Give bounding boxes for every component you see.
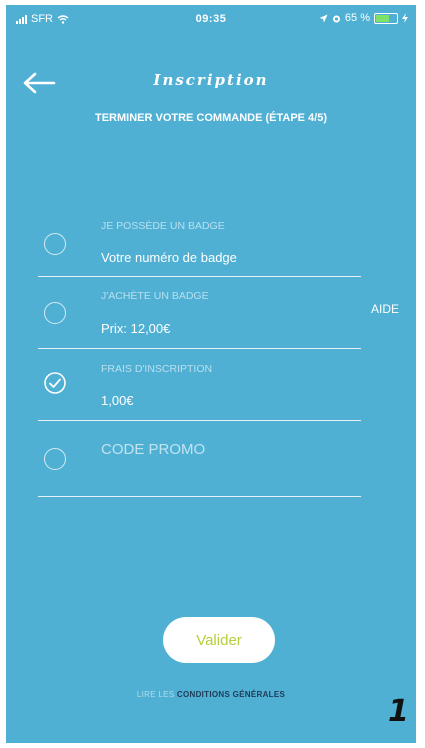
terms-line: LIRE LES CONDITIONS GÉNÉRALES xyxy=(6,690,416,699)
page-number: 1 xyxy=(388,694,409,729)
status-right: 65 % xyxy=(319,12,408,24)
location-icon xyxy=(319,14,328,22)
option-own-badge-caption: JE POSSÈDE UN BADGE xyxy=(101,220,225,232)
badge-price: Prix: 12,00€ xyxy=(101,321,171,336)
radio-buy-badge[interactable] xyxy=(44,302,66,324)
battery-icon xyxy=(374,12,398,24)
option-buy-badge-caption: J'ACHÈTE UN BADGE xyxy=(101,290,209,302)
option-own-badge[interactable]: JE POSSÈDE UN BADGE Votre numéro de badg… xyxy=(38,210,361,277)
alarm-icon xyxy=(332,15,340,22)
app-screen: SFR 09:35 65 % Inscription TERMINER VOTR… xyxy=(6,5,416,743)
badge-number-field[interactable]: Votre numéro de badge xyxy=(101,250,237,265)
option-buy-badge[interactable]: J'ACHÈTE UN BADGE Prix: 12,00€ xyxy=(38,276,361,349)
help-link[interactable]: AIDE xyxy=(371,302,399,316)
terms-prefix: LIRE LES xyxy=(136,690,175,699)
radio-own-badge[interactable] xyxy=(44,233,66,255)
page-title: Inscription xyxy=(153,71,269,89)
charging-icon xyxy=(402,13,408,23)
submit-button[interactable]: Valider xyxy=(163,617,275,663)
registration-fee-amount: 1,00€ xyxy=(101,393,134,408)
checked-radio-icon[interactable] xyxy=(44,372,66,394)
promo-code-input[interactable] xyxy=(101,441,351,458)
page-subtitle: TERMINER VOTRE COMMANDE (ÉTAPE 4/5) xyxy=(94,112,328,124)
promo-code-row[interactable] xyxy=(38,420,361,497)
terms-link[interactable]: CONDITIONS GÉNÉRALES xyxy=(177,690,285,699)
radio-promo-code[interactable] xyxy=(44,448,66,470)
status-bar: SFR 09:35 65 % xyxy=(6,5,416,31)
option-registration-fee-caption: FRAIS D'INSCRIPTION xyxy=(101,363,213,375)
battery-percent: 65 % xyxy=(344,12,370,24)
phone-frame: SFR 09:35 65 % Inscription TERMINER VOTR… xyxy=(0,0,425,748)
option-registration-fee[interactable]: FRAIS D'INSCRIPTION 1,00€ xyxy=(38,348,361,421)
